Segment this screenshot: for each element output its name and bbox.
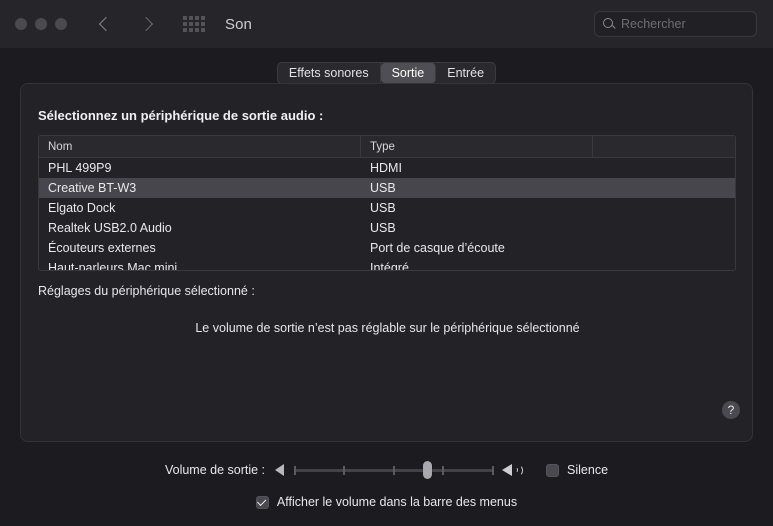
column-header-nom[interactable]: Nom (39, 136, 361, 157)
close-button[interactable] (15, 18, 27, 30)
column-header-extra[interactable] (593, 136, 735, 157)
settings-label: Réglages du périphérique sélectionné : (38, 284, 255, 298)
tab-effets-sonores[interactable]: Effets sonores (278, 63, 381, 83)
menubar-row: Afficher le volume dans la barre des men… (0, 495, 773, 509)
mute-label: Silence (567, 463, 609, 477)
volume-label: Volume de sortie : (164, 463, 266, 477)
table-row[interactable]: PHL 499P9 HDMI (39, 158, 735, 178)
device-name: Haut-parleurs Mac mini (48, 261, 178, 271)
no-volume-message: Le volume de sortie n’est pas réglable s… (195, 321, 580, 335)
checkmark-icon (257, 496, 267, 506)
device-name: PHL 499P9 (48, 161, 112, 175)
device-type: Port de casque d’écoute (370, 241, 505, 255)
table-row[interactable]: Écouteurs externes Port de casque d’écou… (39, 238, 735, 258)
speaker-high-icon (502, 462, 524, 478)
tab-sortie[interactable]: Sortie (380, 63, 437, 83)
device-name: Creative BT-W3 (48, 181, 137, 195)
column-header-type[interactable]: Type (361, 136, 593, 157)
volume-row: Volume de sortie : Silence (0, 461, 773, 479)
slider-thumb[interactable] (423, 461, 433, 479)
grid-apps-icon[interactable] (183, 16, 205, 32)
chevron-left-icon[interactable] (97, 16, 113, 32)
window-controls (15, 18, 67, 30)
segmented-control: Effets sonores Sortie Entrée (276, 62, 497, 84)
output-panel: Sélectionnez un périphérique de sortie a… (20, 83, 753, 442)
search-icon (603, 18, 615, 30)
device-type: USB (370, 221, 396, 235)
device-name: Realtek USB2.0 Audio (48, 221, 172, 235)
select-device-label: Sélectionnez un périphérique de sortie a… (38, 108, 324, 123)
tab-entree[interactable]: Entrée (436, 63, 495, 83)
device-name: Elgato Dock (48, 201, 116, 215)
page-title: Son (225, 15, 252, 33)
table-row[interactable]: Haut-parleurs Mac mini Intégré (39, 258, 735, 271)
search-field[interactable]: Rechercher (594, 11, 757, 37)
device-name: Écouteurs externes (48, 241, 156, 255)
device-type: Intégré (370, 261, 409, 271)
titlebar: Son Rechercher (0, 0, 773, 48)
navigation-buttons (97, 16, 155, 32)
show-volume-label: Afficher le volume dans la barre des men… (276, 495, 518, 509)
table-row-selected[interactable]: Creative BT-W3 USB (39, 178, 735, 198)
volume-slider[interactable] (294, 461, 495, 479)
table-header: Nom Type (39, 136, 735, 158)
mute-checkbox-box[interactable] (546, 463, 560, 477)
mute-checkbox[interactable]: Silence (546, 463, 608, 477)
search-placeholder: Rechercher (621, 17, 686, 31)
tab-bar: Effets sonores Sortie Entrée (0, 62, 773, 84)
table-row[interactable]: Realtek USB2.0 Audio USB (39, 218, 735, 238)
device-type: HDMI (370, 161, 402, 175)
table-row[interactable]: Elgato Dock USB (39, 198, 735, 218)
table-body: PHL 499P9 HDMI Creative BT-W3 USB Elgato… (39, 158, 735, 271)
chevron-right-icon[interactable] (139, 16, 155, 32)
device-type: USB (370, 201, 396, 215)
device-table[interactable]: Nom Type PHL 499P9 HDMI Creative BT-W3 U… (38, 135, 736, 271)
device-type: USB (370, 181, 396, 195)
minimize-button[interactable] (35, 18, 47, 30)
show-volume-checkbox[interactable] (255, 495, 269, 509)
zoom-button[interactable] (55, 18, 67, 30)
sound-preferences-window: Son Rechercher Effets sonores Sortie Ent… (0, 0, 773, 526)
help-button[interactable]: ? (722, 401, 740, 419)
speaker-low-icon (274, 463, 287, 477)
